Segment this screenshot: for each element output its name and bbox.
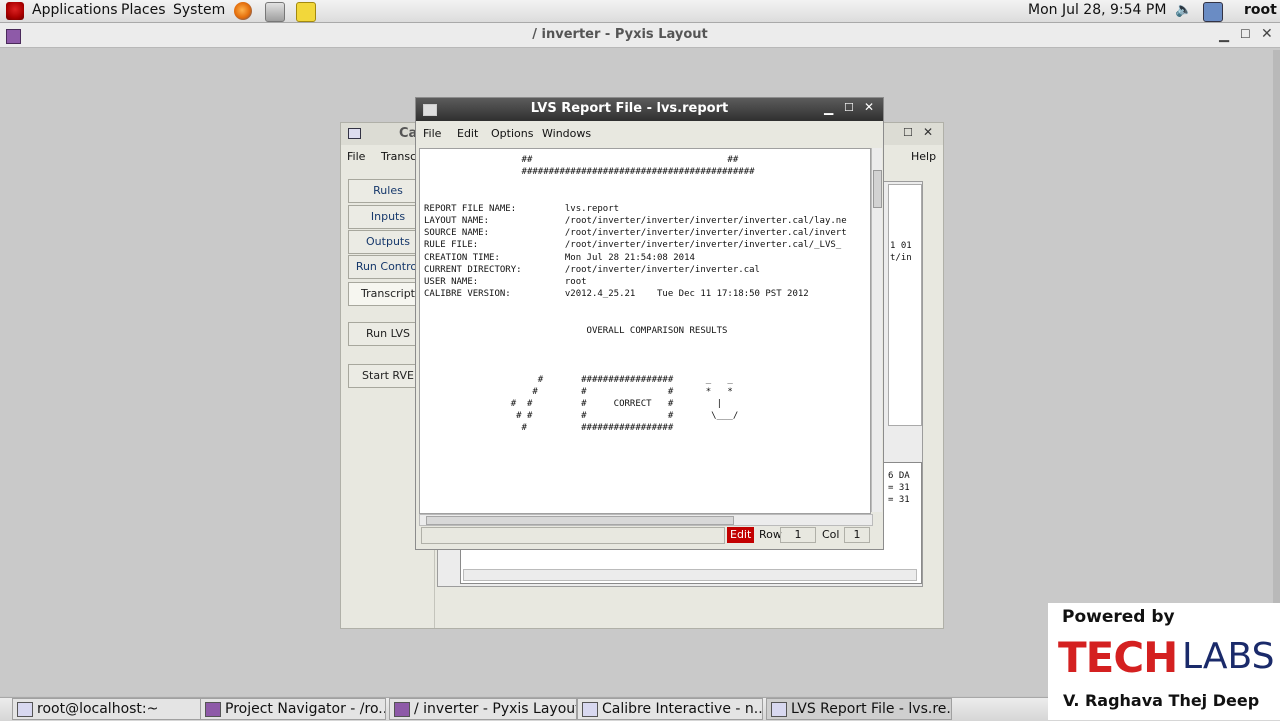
report-line: # # # * * (424, 386, 733, 397)
clock[interactable]: Mon Jul 28, 9:54 PM (1028, 2, 1166, 18)
transcript-fragment: t/in (890, 253, 912, 263)
pyxis-scrollbar[interactable] (1273, 50, 1280, 692)
lvs-report-window: LVS Report File - lvs.report ▁ ☐ ✕ File … (415, 97, 884, 550)
project-navigator-icon (205, 702, 221, 717)
report-line: OVERALL COMPARISON RESULTS (424, 325, 728, 336)
edit-mode-badge[interactable]: Edit (727, 527, 755, 543)
report-hscroll-thumb[interactable] (426, 516, 734, 525)
task-label: LVS Report File - lvs.re... (791, 701, 952, 717)
network-icon[interactable] (1203, 2, 1223, 22)
task-project-navigator[interactable]: Project Navigator - /ro... (200, 698, 386, 720)
redhat-logo-icon[interactable] (6, 2, 24, 20)
summary-hscrollbar[interactable] (463, 569, 917, 581)
status-message (421, 527, 725, 544)
report-line: CREATION TIME: Mon Jul 28 21:54:08 2014 (424, 252, 695, 263)
menu-system[interactable]: System (173, 2, 225, 18)
task-label: Project Navigator - /ro... (225, 701, 386, 717)
watermark-brand-tech: TECH (1058, 633, 1178, 682)
lvs-menubar (416, 121, 883, 143)
task-label: root@localhost:~ (37, 701, 159, 717)
report-line: ########################################… (424, 167, 755, 178)
notes-icon[interactable] (296, 2, 316, 22)
col-label: Col (822, 528, 840, 541)
task-pyxis-layout[interactable]: / inverter - Pyxis Layout (389, 698, 577, 720)
summary-fragment: = 31 (888, 495, 910, 505)
terminal-icon (17, 702, 33, 717)
user-name[interactable]: root (1244, 2, 1277, 18)
summary-fragment: 6 DA (888, 471, 910, 481)
report-line: # # # # \___/ (424, 411, 739, 422)
watermark-brand-labs: LABS (1182, 636, 1275, 677)
mail-icon[interactable] (265, 2, 285, 22)
report-line: RULE FILE: /root/inverter/inverter/inver… (424, 240, 842, 251)
report-line: LAYOUT NAME: /root/inverter/inverter/inv… (424, 216, 847, 226)
task-calibre-interactive[interactable]: Calibre Interactive - n... (577, 698, 763, 720)
report-hscrollbar[interactable] (419, 514, 873, 526)
menu-applications[interactable]: Applications (32, 2, 118, 18)
report-line: # ################# _ _ (424, 374, 733, 385)
report-line: CURRENT DIRECTORY: /root/inverter/invert… (424, 264, 760, 275)
report-line: SOURCE NAME: /root/inverter/inverter/inv… (424, 228, 847, 239)
pyxis-icon (394, 702, 410, 717)
lvs-menu-file[interactable]: File (423, 127, 441, 140)
task-label: / inverter - Pyxis Layout (414, 701, 577, 717)
volume-icon[interactable]: 🔈 (1175, 2, 1192, 18)
close-icon[interactable]: ✕ (1261, 26, 1273, 42)
task-terminal[interactable]: root@localhost:~ (12, 698, 206, 720)
calibre-menu-help[interactable]: Help (911, 150, 936, 163)
report-line: # # # CORRECT # | (424, 399, 723, 409)
top-panel: Applications Places System Mon Jul 28, 9… (0, 0, 1280, 23)
minimize-icon[interactable]: ▁ (1219, 28, 1229, 43)
report-text-area[interactable]: ## ## ##################################… (419, 148, 871, 514)
report-vscroll-thumb[interactable] (873, 170, 882, 208)
watermark-powered-by: Powered by (1062, 607, 1175, 627)
calibre-menu-transcript[interactable]: Transc (381, 150, 416, 163)
task-lvs-report[interactable]: LVS Report File - lvs.re... (766, 698, 952, 720)
menu-places[interactable]: Places (121, 2, 166, 18)
report-line: ## ## (424, 155, 739, 165)
calibre-maximize-icon[interactable]: ☐ (903, 126, 913, 139)
report-vscrollbar[interactable] (871, 148, 882, 512)
transcript-fragment: 1 01 (890, 241, 912, 251)
row-label: Row (759, 528, 782, 541)
report-line: USER NAME: root (424, 277, 587, 287)
task-label: Calibre Interactive - n... (602, 701, 763, 717)
lvs-maximize-icon[interactable]: ☐ (844, 101, 854, 114)
window-icon (771, 702, 787, 717)
pyxis-window-title: / inverter - Pyxis Layout (532, 27, 708, 42)
lvs-menu-options[interactable]: Options (491, 127, 533, 140)
row-value: 1 (780, 527, 816, 543)
lvs-menu-windows[interactable]: Windows (542, 127, 591, 140)
col-value: 1 (844, 527, 870, 543)
lvs-close-icon[interactable]: ✕ (864, 100, 874, 114)
techlabs-watermark: Powered by TECH LABS V. Raghava Thej Dee… (1048, 603, 1280, 720)
calibre-menu-file[interactable]: File (347, 150, 365, 163)
window-icon (582, 702, 598, 717)
maximize-icon[interactable]: ☐ (1240, 27, 1251, 41)
report-line: REPORT FILE NAME: lvs.report (424, 203, 620, 214)
status-bar: Edit Row 1 Col 1 (419, 527, 874, 544)
transcript-text-top: 1 01 t/in (888, 184, 922, 426)
summary-fragment: = 31 (888, 483, 910, 493)
lvs-window-title: LVS Report File - lvs.report (530, 101, 729, 116)
report-line: # ################# (424, 423, 674, 434)
watermark-author: V. Raghava Thej Deep (1063, 691, 1260, 710)
firefox-icon[interactable] (234, 2, 252, 20)
lvs-minimize-icon[interactable]: ▁ (824, 101, 833, 115)
calibre-window-icon[interactable] (348, 128, 361, 139)
calibre-close-icon[interactable]: ✕ (923, 125, 933, 139)
report-line: CALIBRE VERSION: v2012.4_25.21 Tue Dec 1… (424, 289, 809, 300)
lvs-menu-edit[interactable]: Edit (457, 127, 478, 140)
